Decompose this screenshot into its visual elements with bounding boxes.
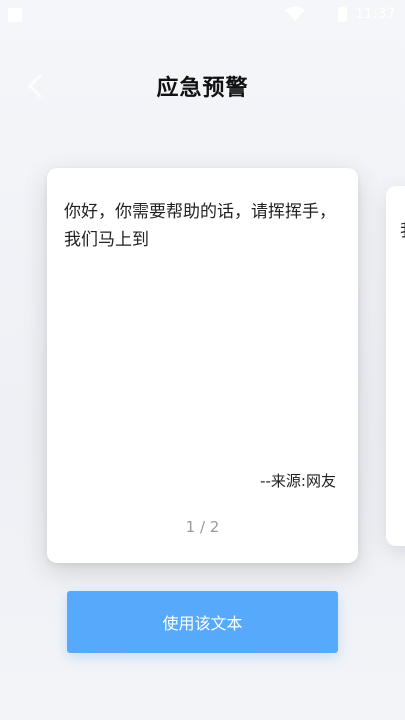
battery-icon [338,7,347,22]
notification-icon [8,8,22,22]
message-text: 你好，你需要帮助的话，请挥挥手，我们马上到 [64,202,336,250]
message-card[interactable]: 你好，你需要帮助的话，请挥挥手，我们马上到 --来源:网友 1 / 2 [47,168,358,563]
next-card-text: 我 [400,216,405,241]
page-title: 应急预警 [156,76,249,101]
status-bar: 11:37 [0,0,405,30]
status-time: 11:37 [355,6,396,22]
message-source: --来源:网友 [260,472,336,490]
next-message-card[interactable]: 我 [386,186,405,546]
screen: 11:37 应急预警 你好，你需要帮助的话，请挥挥手，我们马上到 --来源:网友… [0,0,405,720]
use-text-button[interactable]: 使用该文本 [67,591,338,653]
card-pager: 1 / 2 [185,518,220,536]
wifi-icon [285,6,305,21]
